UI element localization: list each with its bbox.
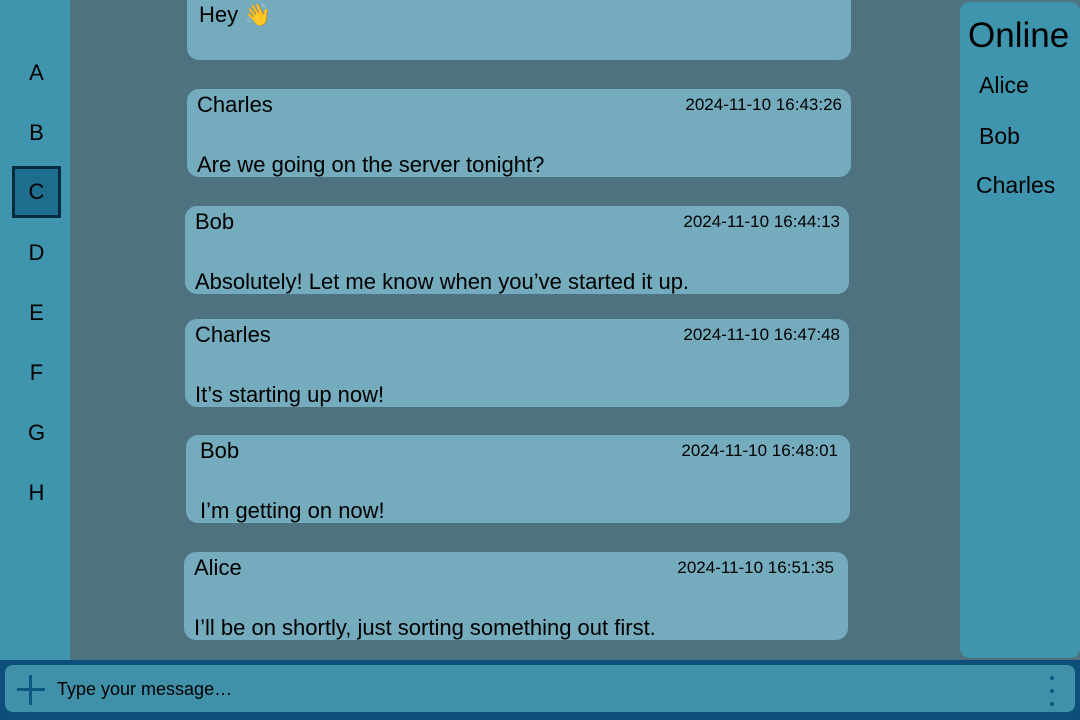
message-timestamp: 2024-11-10 16:48:01 [681, 441, 838, 460]
message-text: I’m getting on now! [200, 498, 385, 523]
message-list[interactable]: Hey 👋 Charles 2024-11-10 16:43:26 Are we… [70, 0, 960, 660]
message-timestamp: 2024-11-10 16:51:35 [677, 558, 834, 577]
server-f[interactable]: F [12, 347, 61, 399]
composer-box [3, 663, 1077, 714]
message: Alice 2024-11-10 16:51:35 I’ll be on sho… [184, 552, 848, 640]
message-timestamp: 2024-11-10 16:44:13 [683, 212, 840, 231]
server-h[interactable]: H [12, 467, 61, 519]
online-title: Online [968, 16, 1070, 55]
server-e[interactable]: E [12, 287, 61, 339]
server-d[interactable]: D [12, 227, 61, 279]
message-timestamp: 2024-11-10 16:47:48 [683, 325, 840, 344]
online-user[interactable]: Bob [979, 123, 1020, 150]
plus-icon[interactable] [17, 675, 45, 705]
server-b[interactable]: B [12, 107, 61, 159]
message-text: I’ll be on shortly, just sorting somethi… [194, 615, 656, 640]
message-text: Hey 👋 [199, 2, 272, 27]
message-composer [0, 660, 1080, 720]
message-author: Bob [200, 438, 240, 463]
server-g[interactable]: G [12, 407, 61, 459]
server-c-selected[interactable]: C [12, 166, 61, 218]
message: Charles 2024-11-10 16:47:48 It’s startin… [185, 319, 849, 407]
message: Bob 2024-11-10 16:48:01 I’m getting on n… [186, 435, 850, 523]
vertical-dots-icon[interactable] [1047, 676, 1057, 706]
message-text: Absolutely! Let me know when you’ve star… [195, 269, 690, 294]
message-input[interactable] [57, 674, 1007, 704]
message-author: Charles [197, 92, 273, 117]
message: Bob 2024-11-10 16:44:13 Absolutely! Let … [185, 206, 849, 294]
online-user[interactable]: Alice [979, 72, 1029, 99]
online-users-panel: Online Alice Bob Charles [960, 2, 1080, 658]
message-author: Charles [195, 322, 271, 347]
online-user[interactable]: Charles [976, 172, 1055, 199]
message-text: Are we going on the server tonight? [197, 152, 545, 177]
message-timestamp: 2024-11-10 16:43:26 [685, 95, 842, 114]
message: Charles 2024-11-10 16:43:26 Are we going… [187, 89, 851, 177]
server-sidebar: A B C D E F G H [0, 0, 70, 660]
message-author: Bob [195, 209, 235, 234]
message-text: It’s starting up now! [195, 382, 385, 407]
message-author: Alice [194, 555, 242, 580]
message: Hey 👋 [187, 0, 851, 60]
server-a[interactable]: A [12, 47, 61, 99]
